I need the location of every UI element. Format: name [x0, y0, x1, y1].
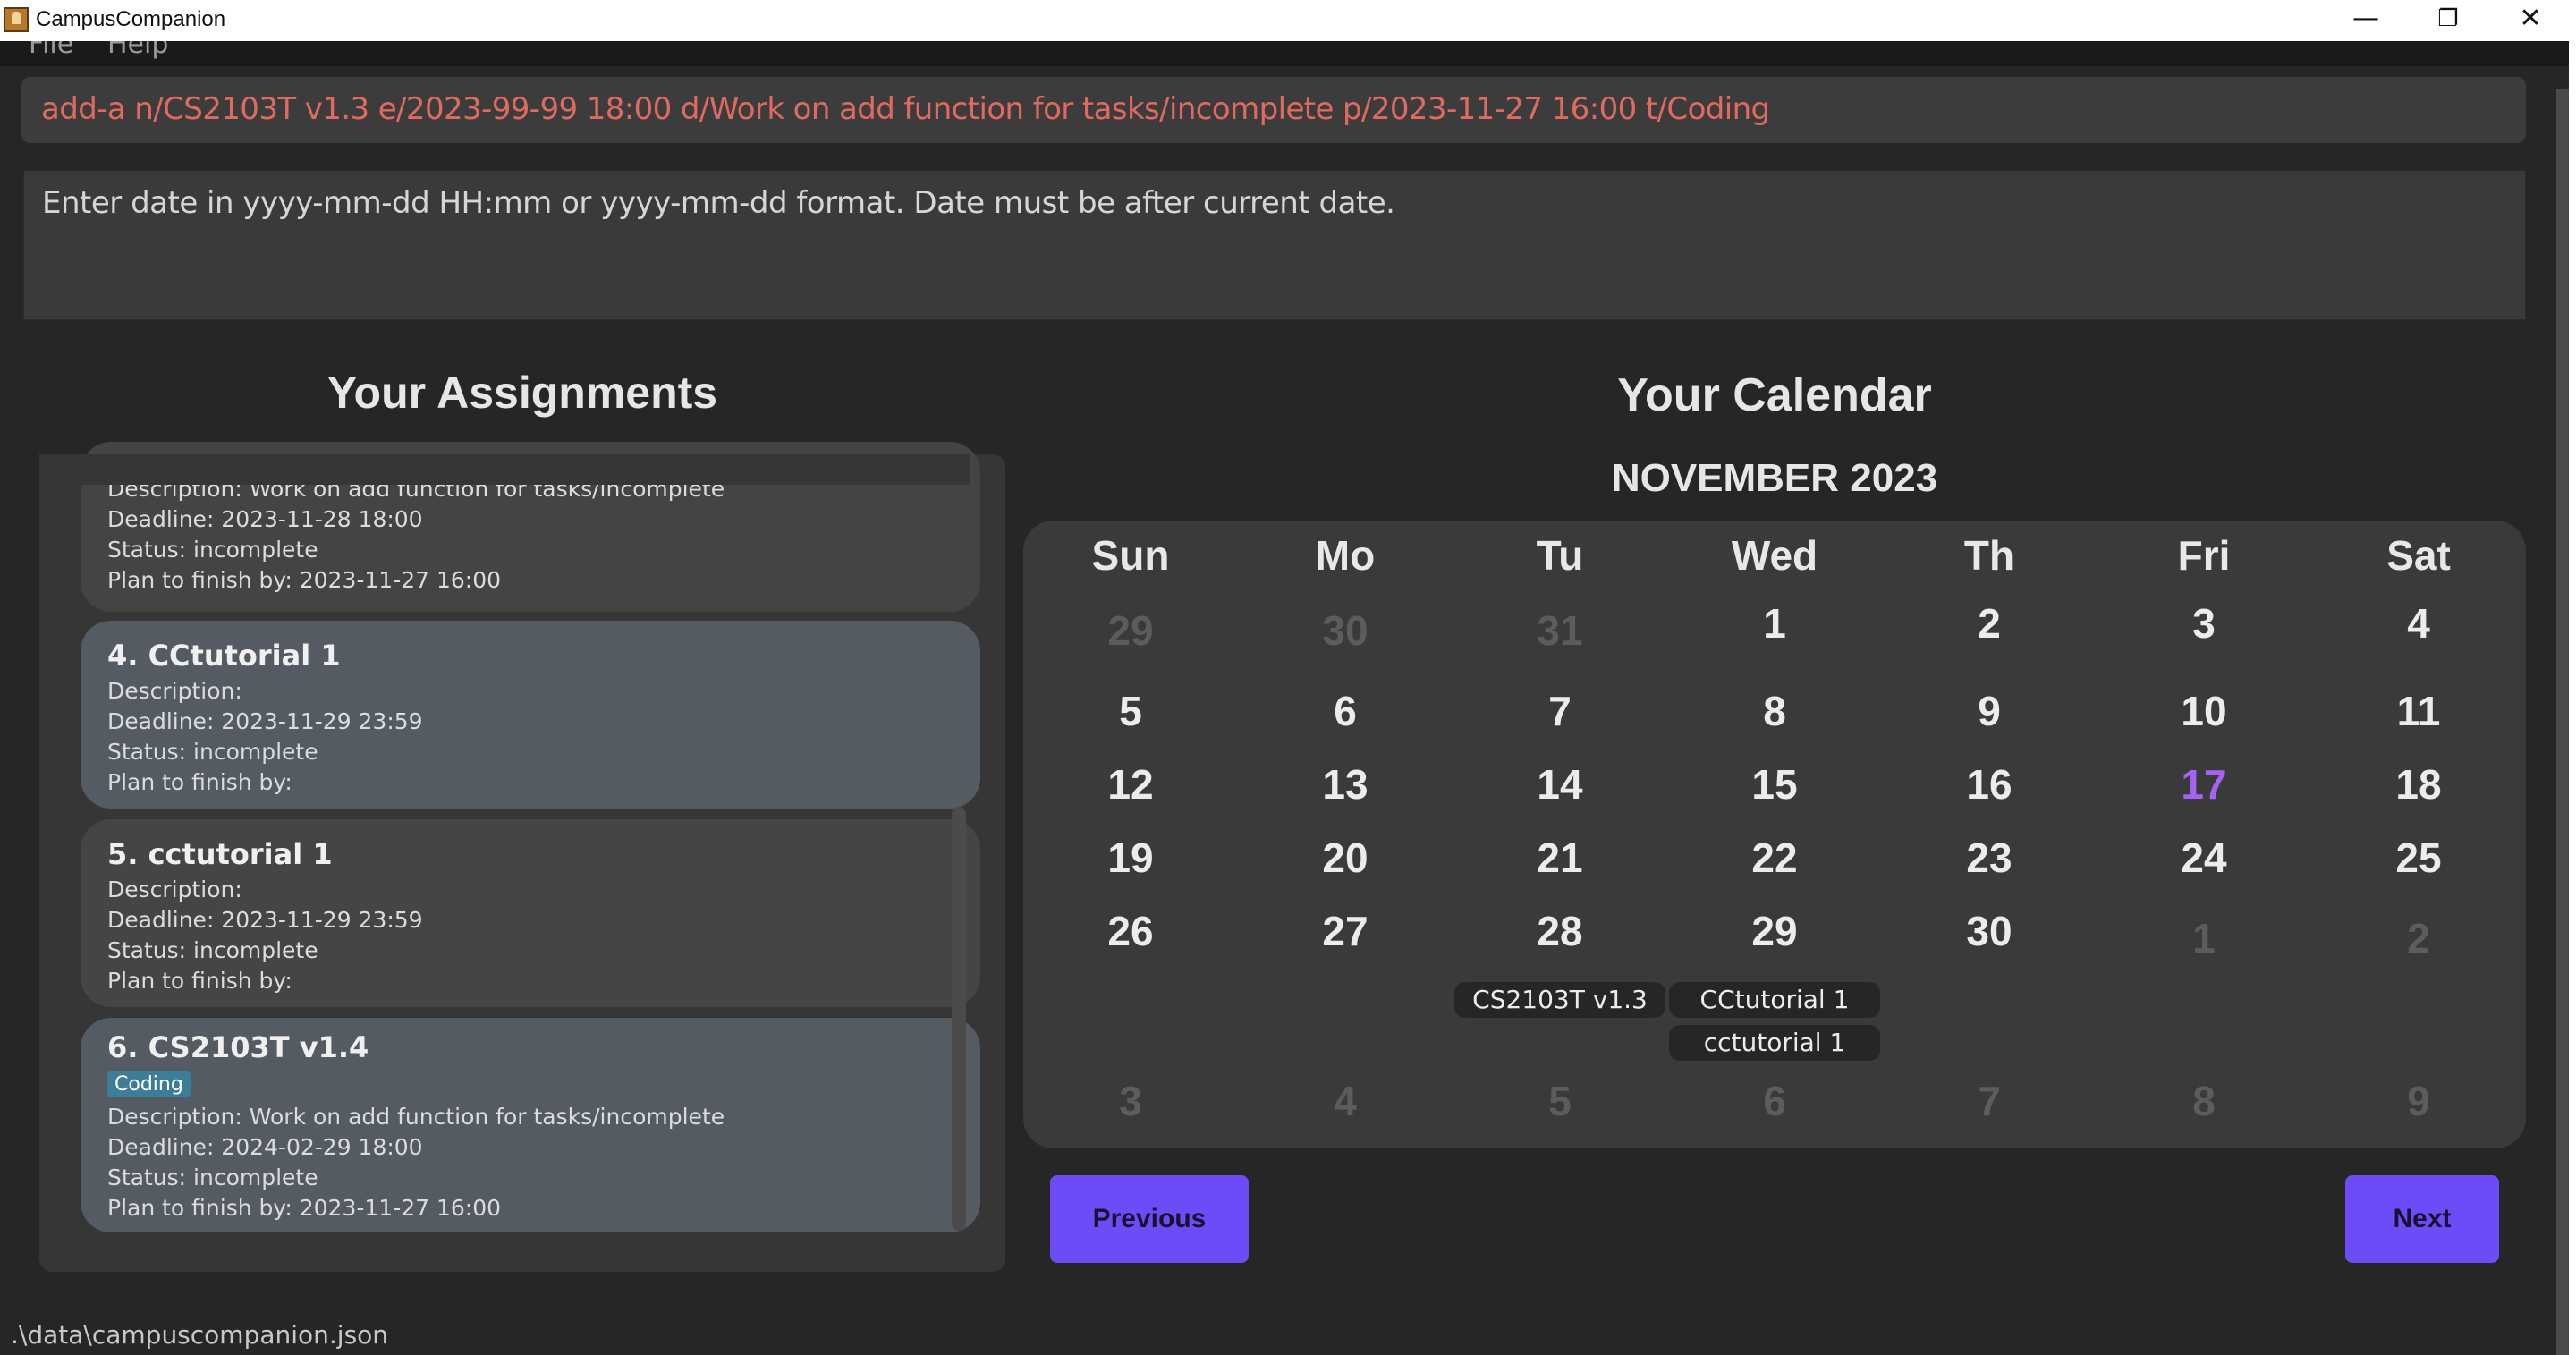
- calendar-day[interactable]: 4: [2329, 599, 2508, 648]
- dow-wed: Wed: [1731, 532, 1818, 579]
- card-name: 6. CS2103T v1.4: [107, 1030, 369, 1064]
- assignments-title: Your Assignments: [326, 368, 718, 418]
- card-description: Description:: [107, 877, 242, 902]
- calendar-day[interactable]: 28: [1470, 907, 1649, 955]
- tag-badge: Coding: [107, 1071, 191, 1097]
- card-description: Description:: [107, 678, 242, 704]
- calendar-day[interactable]: 18: [2329, 760, 2508, 809]
- calendar-day[interactable]: 30: [1900, 907, 2079, 955]
- calendar-day[interactable]: 20: [1256, 834, 1435, 882]
- dow-sun: Sun: [1091, 532, 1170, 579]
- calendar-grid: Sun Mo Tu Wed Th Fri Sat 29 30 31 1 2 3 …: [1023, 521, 2526, 1148]
- calendar-day[interactable]: 3: [1041, 1077, 1220, 1125]
- calendar-day[interactable]: 30: [1256, 606, 1435, 655]
- calendar-day[interactable]: 1: [1685, 599, 1864, 648]
- card-deadline: Deadline: 2023-11-29 23:59: [107, 907, 423, 933]
- assignments-panel: Description: Work on add function for ta…: [39, 442, 1005, 1272]
- calendar-day[interactable]: 29: [1041, 606, 1220, 655]
- assignment-card[interactable]: 6. CS2103T v1.4 Coding Description: Work…: [80, 1018, 980, 1232]
- card-deadline: Deadline: 2024-02-29 18:00: [107, 1134, 423, 1160]
- list-top-mask: [39, 454, 970, 485]
- calendar-day[interactable]: 27: [1256, 907, 1435, 955]
- card-name: 5. cctutorial 1: [107, 837, 333, 871]
- calendar-day[interactable]: 1: [2114, 914, 2293, 962]
- calendar-day[interactable]: 2: [1900, 599, 2079, 648]
- calendar-day[interactable]: 12: [1041, 760, 1220, 809]
- app-icon: [4, 7, 29, 32]
- result-message: Enter date in yyyy-mm-dd HH:mm or yyyy-m…: [42, 185, 1395, 221]
- calendar-day[interactable]: 23: [1900, 834, 2079, 882]
- calendar-event[interactable]: cctutorial 1: [1669, 1025, 1880, 1061]
- calendar-event[interactable]: CCtutorial 1: [1669, 982, 1880, 1018]
- calendar-day[interactable]: 25: [2329, 834, 2508, 882]
- previous-button[interactable]: Previous: [1050, 1175, 1249, 1263]
- calendar-day[interactable]: 11: [2329, 687, 2508, 735]
- card-status: Status: incomplete: [107, 537, 318, 563]
- calendar-day[interactable]: 16: [1900, 760, 2079, 809]
- assignment-card[interactable]: 4. CCtutorial 1 Description: Deadline: 2…: [80, 621, 980, 809]
- calendar-day[interactable]: 7: [1470, 687, 1649, 735]
- menu-help[interactable]: Help: [107, 41, 168, 60]
- minimize-button[interactable]: —: [2326, 0, 2406, 41]
- card-plan: Plan to finish by: 2023-11-27 16:00: [107, 567, 502, 593]
- dow-tue: Tu: [1536, 532, 1584, 579]
- calendar-day[interactable]: 15: [1685, 760, 1864, 809]
- dow-sat: Sat: [2386, 532, 2451, 579]
- calendar-day[interactable]: 5: [1470, 1077, 1649, 1125]
- calendar-day[interactable]: 21: [1470, 834, 1649, 882]
- calendar-day[interactable]: 8: [1685, 687, 1864, 735]
- window-border: [2569, 41, 2576, 1355]
- calendar-title: Your Calendar: [1617, 369, 1932, 421]
- card-plan: Plan to finish by:: [107, 968, 292, 994]
- dow-fri: Fri: [2177, 532, 2231, 579]
- dow-mon: Mo: [1315, 532, 1376, 579]
- calendar-day[interactable]: 9: [1900, 687, 2079, 735]
- calendar-day[interactable]: 19: [1041, 834, 1220, 882]
- calendar-day[interactable]: 6: [1685, 1077, 1864, 1125]
- close-button[interactable]: ✕: [2490, 0, 2571, 41]
- calendar-day[interactable]: 10: [2114, 687, 2293, 735]
- calendar-day[interactable]: 22: [1685, 834, 1864, 882]
- calendar-day[interactable]: 24: [2114, 834, 2293, 882]
- menu-file[interactable]: File: [29, 41, 73, 60]
- assignments-scrollbar[interactable]: [952, 807, 966, 1231]
- result-display: Enter date in yyyy-mm-dd HH:mm or yyyy-m…: [23, 170, 2526, 320]
- calendar-day[interactable]: 9: [2329, 1077, 2508, 1125]
- calendar-day[interactable]: 5: [1041, 687, 1220, 735]
- calendar-day[interactable]: 4: [1256, 1077, 1435, 1125]
- assignment-card[interactable]: 5. cctutorial 1 Description: Deadline: 2…: [80, 819, 980, 1007]
- calendar-day[interactable]: 14: [1470, 760, 1649, 809]
- card-name: 4. CCtutorial 1: [107, 639, 341, 673]
- card-status: Status: incomplete: [107, 1164, 318, 1190]
- command-text: add-a n/CS2103T v1.3 e/2023-99-99 18:00 …: [41, 91, 1770, 127]
- card-deadline: Deadline: 2023-11-29 23:59: [107, 708, 423, 734]
- maximize-button[interactable]: ❐: [2408, 0, 2488, 41]
- title-bar: CampusCompanion — ❐ ✕: [0, 0, 2576, 41]
- calendar-day[interactable]: 13: [1256, 760, 1435, 809]
- status-bar-path: .\data\campuscompanion.json: [11, 1320, 389, 1350]
- calendar-day-today[interactable]: 17: [2114, 760, 2293, 809]
- calendar-day[interactable]: 2: [2329, 914, 2508, 962]
- card-status: Status: incomplete: [107, 937, 318, 963]
- calendar-day[interactable]: 6: [1256, 687, 1435, 735]
- calendar-day[interactable]: 31: [1470, 606, 1649, 655]
- calendar-event[interactable]: CS2103T v1.3: [1454, 982, 1665, 1018]
- card-deadline: Deadline: 2023-11-28 18:00: [107, 506, 423, 532]
- command-input[interactable]: add-a n/CS2103T v1.3 e/2023-99-99 18:00 …: [21, 77, 2526, 143]
- window-title: CampusCompanion: [36, 7, 226, 31]
- calendar-day[interactable]: 3: [2114, 599, 2293, 648]
- calendar-day[interactable]: 7: [1900, 1077, 2079, 1125]
- next-button[interactable]: Next: [2345, 1175, 2499, 1263]
- menu-bar: File Help: [0, 41, 2569, 66]
- calendar-day[interactable]: 26: [1041, 907, 1220, 955]
- calendar-month: NOVEMBER 2023: [1611, 456, 1938, 500]
- card-plan: Plan to finish by:: [107, 769, 292, 795]
- card-description: Description: Work on add function for ta…: [107, 1104, 725, 1130]
- card-plan: Plan to finish by: 2023-11-27 16:00: [107, 1195, 502, 1221]
- card-status: Status: incomplete: [107, 739, 318, 765]
- dow-thu: Th: [1963, 532, 2015, 579]
- window-scrollbar[interactable]: [2556, 89, 2569, 1355]
- calendar-day[interactable]: 8: [2114, 1077, 2293, 1125]
- calendar-day[interactable]: 29: [1685, 907, 1864, 955]
